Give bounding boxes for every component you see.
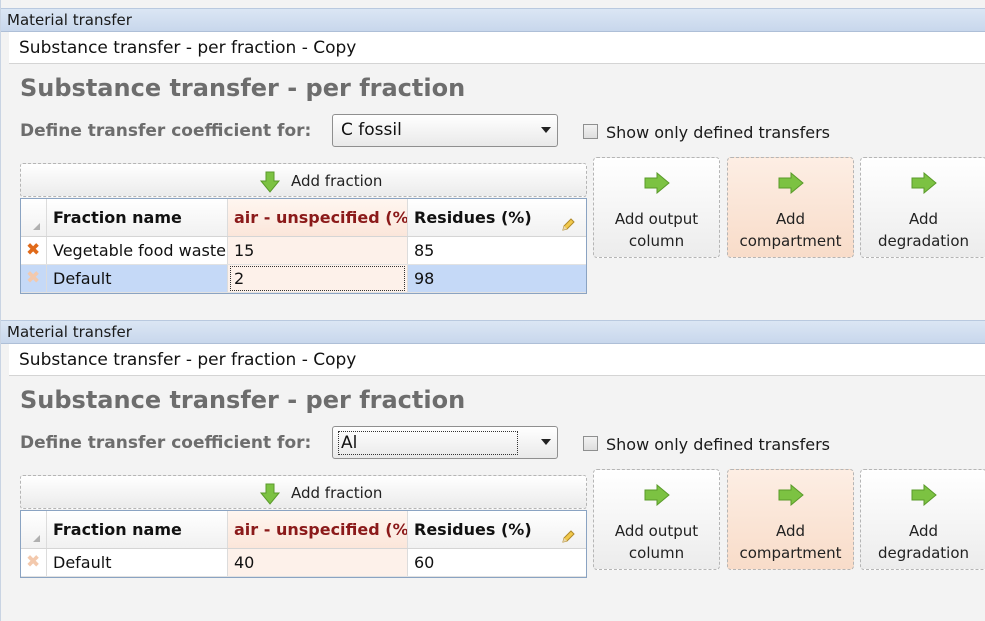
delete-x-icon: ✖ (26, 552, 41, 572)
add-compartment-label: Add compartment (739, 210, 842, 250)
add-fraction-button[interactable]: Add fraction (20, 163, 587, 197)
green-down-arrow-icon (259, 483, 281, 509)
delete-row-button: ✖ (21, 549, 47, 576)
column-header-air-unspecified[interactable]: air - unspecified (%) (228, 199, 408, 236)
show-only-defined-label[interactable]: Show only defined transfers (606, 435, 830, 454)
table-row[interactable]: ✖ Vegetable food waste 15 85 (21, 237, 586, 265)
air-cell[interactable]: 40 (228, 549, 408, 576)
add-degradation-label: Add degradation (877, 210, 970, 250)
residues-cell[interactable]: 60 (408, 549, 586, 576)
delete-x-icon: ✖ (26, 240, 41, 260)
residues-cell[interactable]: 98 (408, 265, 586, 292)
air-cell[interactable]: 2 (228, 265, 408, 292)
corner-triangle-icon (33, 535, 40, 542)
delete-x-icon: ✖ (26, 268, 41, 288)
add-degradation-label: Add degradation (877, 522, 970, 562)
cell-focus-outline (230, 266, 405, 291)
add-fraction-label: Add fraction (291, 172, 383, 190)
column-header-residues[interactable]: Residues (%) (408, 199, 586, 236)
green-right-arrow-icon (911, 483, 937, 510)
column-header-air-unspecified[interactable]: air - unspecified (%) (228, 511, 408, 548)
residues-cell[interactable]: 85 (408, 237, 586, 264)
column-header-residues-label: Residues (%) (414, 208, 532, 227)
add-compartment-button[interactable]: Add compartment (727, 157, 854, 258)
add-degradation-button[interactable]: Add degradation (860, 469, 985, 570)
chevron-down-icon (541, 439, 551, 445)
corner-triangle-icon (33, 223, 40, 230)
fraction-grid: Fraction name air - unspecified (%) Resi… (20, 198, 587, 294)
column-header-residues[interactable]: Residues (%) (408, 511, 586, 548)
material-transfer-panel-1: Material transfer Substance transfer - p… (0, 0, 985, 311)
subtitle: Substance transfer - per fraction - Copy (9, 32, 985, 64)
substance-dropdown[interactable]: Al (332, 426, 558, 459)
fraction-name-cell[interactable]: Default (47, 265, 228, 292)
page-heading: Substance transfer - per fraction (20, 74, 466, 102)
show-only-defined-checkbox[interactable] (583, 124, 598, 139)
air-cell[interactable]: 15 (228, 237, 408, 264)
column-header-residues-label: Residues (%) (414, 520, 532, 539)
add-compartment-label: Add compartment (739, 522, 842, 562)
green-right-arrow-icon (911, 171, 937, 198)
fraction-name-cell[interactable]: Vegetable food waste (47, 237, 228, 264)
table-row[interactable]: ✖ Default 2 98 (21, 265, 586, 293)
select-all-corner[interactable] (21, 199, 47, 236)
substance-dropdown[interactable]: C fossil (332, 114, 558, 147)
green-right-arrow-icon (644, 171, 670, 198)
add-degradation-button[interactable]: Add degradation (860, 157, 985, 258)
substance-dropdown-value: Al (338, 431, 519, 455)
delete-row-button: ✖ (21, 265, 47, 292)
fraction-grid: Fraction name air - unspecified (%) Resi… (20, 510, 587, 578)
add-output-column-label: Add output column (614, 522, 699, 562)
green-right-arrow-icon (778, 483, 804, 510)
select-all-corner[interactable] (21, 511, 47, 548)
add-output-column-button[interactable]: Add output column (593, 469, 720, 570)
window-title: Material transfer (1, 8, 985, 32)
green-down-arrow-icon (259, 171, 281, 197)
window-title: Material transfer (1, 320, 985, 344)
define-coefficient-label: Define transfer coefficient for: (20, 121, 312, 141)
add-fraction-button[interactable]: Add fraction (20, 475, 587, 509)
column-header-fraction-name[interactable]: Fraction name (47, 511, 228, 548)
pencil-icon[interactable] (560, 521, 576, 548)
green-right-arrow-icon (778, 171, 804, 198)
column-header-fraction-name[interactable]: Fraction name (47, 199, 228, 236)
show-only-defined-checkbox[interactable] (583, 436, 598, 451)
add-output-column-label: Add output column (614, 210, 699, 250)
define-coefficient-label: Define transfer coefficient for: (20, 433, 312, 453)
grid-header: Fraction name air - unspecified (%) Resi… (21, 199, 586, 237)
add-fraction-label: Add fraction (291, 484, 383, 502)
add-output-column-button[interactable]: Add output column (593, 157, 720, 258)
pencil-icon[interactable] (560, 209, 576, 236)
delete-row-button[interactable]: ✖ (21, 237, 47, 264)
page-heading: Substance transfer - per fraction (20, 386, 466, 414)
table-row[interactable]: ✖ Default 40 60 (21, 549, 586, 577)
fraction-name-cell[interactable]: Default (47, 549, 228, 576)
substance-dropdown-value: C fossil (341, 120, 402, 140)
chevron-down-icon (541, 127, 551, 133)
grid-header: Fraction name air - unspecified (%) Resi… (21, 511, 586, 549)
subtitle: Substance transfer - per fraction - Copy (9, 344, 985, 376)
add-compartment-button[interactable]: Add compartment (727, 469, 854, 570)
show-only-defined-label[interactable]: Show only defined transfers (606, 123, 830, 142)
green-right-arrow-icon (644, 483, 670, 510)
material-transfer-panel-2: Material transfer Substance transfer - p… (0, 311, 985, 621)
